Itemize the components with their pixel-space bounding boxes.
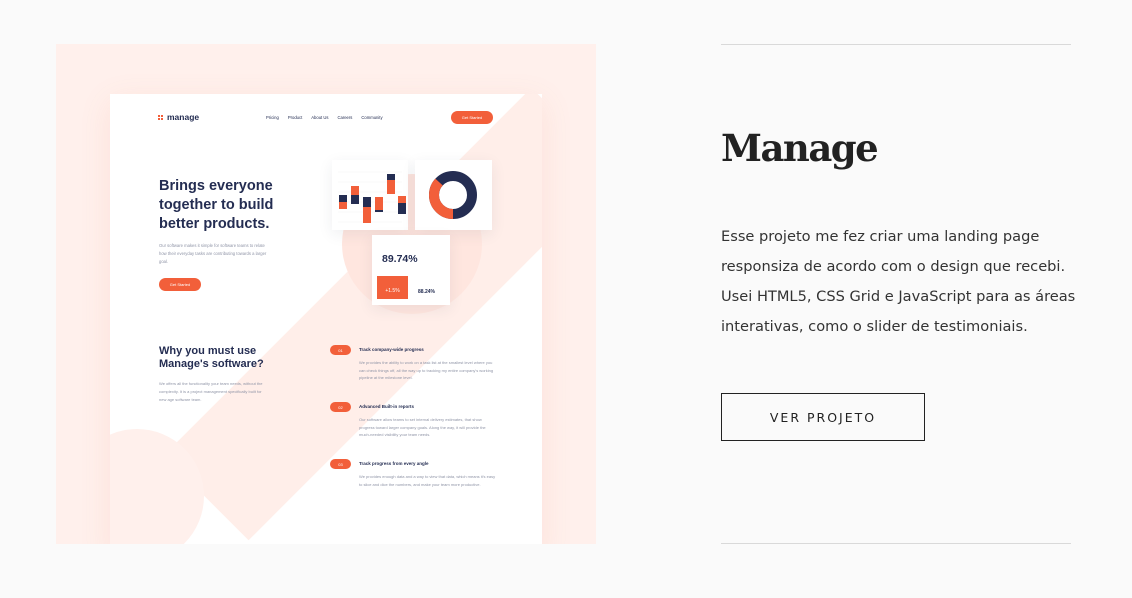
mockup-why-text: We offers all the functionality your tea… [159,381,263,402]
mockup-nav-item: Pricing [266,115,279,120]
project-description: Esse projeto me fez criar uma landing pa… [721,228,1076,335]
donut-chart-illustration [429,171,477,219]
top-divider [721,44,1071,45]
mockup-nav-item: Product [287,115,303,120]
mockup-hero-button: Get Started [159,278,201,291]
feature-text: We provides the ability to work on a tas… [359,360,494,380]
feature-number: 03 [330,459,351,469]
mockup-nav-cta: Get Started [451,111,493,124]
mockup-hero-text: Our software makes it simple for softwar… [159,243,267,264]
mockup-nav-item: About Us [311,115,329,120]
feature-title: Track company-wide progress [359,347,424,352]
project-preview[interactable]: manage Pricing Product About Us Careers … [56,44,596,544]
view-project-button[interactable]: VER PROJETO [721,393,925,441]
mockup-nav-item: Careers [337,115,353,120]
bar-chart-illustration [338,171,406,223]
feature-text: We provides enough data and a way to vie… [359,474,496,487]
feature-text: Our software allow teams to set internal… [359,417,486,437]
stat-main-value: 89.74% [382,253,418,265]
mockup-why-title: Why you must use Manage's software? [159,345,264,370]
feature-title: Track progress from every angle [359,461,429,466]
mockup-bar-chart-card [332,160,408,230]
logo-dots-icon [158,114,163,120]
project-title: Manage [721,126,879,170]
mockup-nav-item: Community [361,115,383,120]
mockup-nav: Pricing Product About Us Careers Communi… [266,115,383,120]
bottom-divider [721,543,1071,544]
mockup-donut-chart-card [415,160,492,230]
mockup-brand-name: manage [167,112,200,122]
landing-page-mockup: manage Pricing Product About Us Careers … [110,94,542,544]
feature-title: Advanced Built-in reports [359,404,415,409]
feature-number: 02 [330,402,351,412]
mockup-hero-title: Brings everyone together to build better… [159,178,274,232]
mockup-logo: manage [158,112,199,122]
feature-number: 01 [330,345,351,355]
stat-badge: +1.5% [377,276,408,299]
stat-side-value: 88.24% [418,289,435,295]
mockup-stats-card: 89.74% +1.5% 88.24% [372,235,450,305]
